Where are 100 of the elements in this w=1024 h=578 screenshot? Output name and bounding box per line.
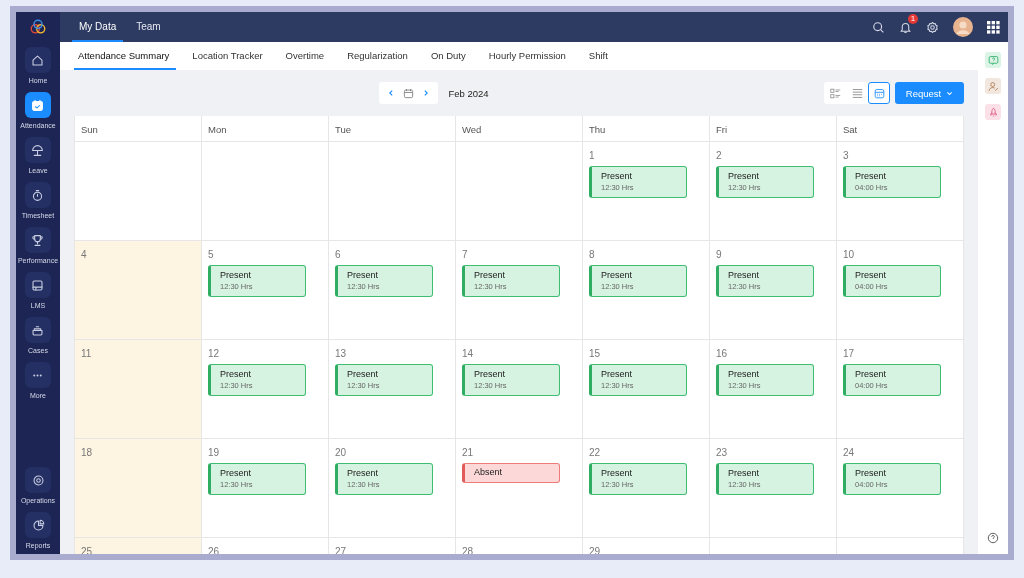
attendance-entry[interactable]: Absent <box>462 463 560 483</box>
status-label: Present <box>601 171 634 181</box>
person-pencil-icon <box>987 80 999 92</box>
notification-badge: 1 <box>908 13 918 24</box>
status-label: Present <box>347 468 380 478</box>
calendar-cell[interactable]: 18 <box>75 439 202 538</box>
calendar-cell[interactable]: 11 <box>75 340 202 439</box>
stopwatch-icon <box>31 188 45 202</box>
day-number: 12 <box>208 348 220 359</box>
day-number: 9 <box>716 249 722 260</box>
calendar-cell[interactable] <box>202 142 329 241</box>
view-toggle[interactable] <box>868 82 890 104</box>
avatar[interactable] <box>953 17 973 37</box>
status-label: Present <box>728 468 761 478</box>
calendar-icon <box>873 87 885 99</box>
user-edit-button[interactable] <box>985 78 1001 94</box>
sub-tab[interactable]: Shift <box>584 42 615 70</box>
sidebar-button[interactable] <box>25 512 51 538</box>
sidebar-button[interactable] <box>25 182 51 208</box>
sub-tab[interactable]: On Duty <box>426 42 473 70</box>
chevron-down-icon <box>946 89 954 97</box>
calendar-cell[interactable] <box>456 142 583 241</box>
status-label: Present <box>728 270 761 280</box>
day-number: 5 <box>208 249 214 260</box>
sidebar-button[interactable] <box>25 227 51 253</box>
chat-question-icon <box>987 54 999 66</box>
day-number: 8 <box>589 249 595 260</box>
status-label: Present <box>728 369 761 379</box>
calendar-cell[interactable]: 21 Absent <box>456 439 583 538</box>
day-number: 3 <box>843 150 849 161</box>
status-label: Present <box>220 270 253 280</box>
calendar-cell[interactable]: 4 <box>75 241 202 340</box>
status-label: Present <box>728 171 761 181</box>
top-tab[interactable]: Team <box>129 12 168 42</box>
rows-icon <box>851 87 863 99</box>
day-number: 1 <box>589 150 595 161</box>
bell-icon[interactable] <box>899 20 912 34</box>
trophy-icon <box>31 233 45 247</box>
settings-icon[interactable] <box>926 20 939 34</box>
checklist-icon <box>829 87 841 99</box>
search-icon[interactable] <box>872 20 885 34</box>
rocket-icon <box>987 106 999 118</box>
calendar-icon <box>31 98 45 112</box>
status-label: Present <box>347 270 380 280</box>
calendar-cell[interactable] <box>75 142 202 241</box>
status-label: Present <box>855 171 888 181</box>
help-icon[interactable] <box>987 532 999 544</box>
month-label: Feb 2024 <box>448 87 489 99</box>
status-label: Present <box>855 468 888 478</box>
day-number: 19 <box>208 447 220 458</box>
day-number: 15 <box>589 348 601 359</box>
day-number: 16 <box>716 348 728 359</box>
status-label: Present <box>601 270 634 280</box>
status-label: Present <box>474 270 507 280</box>
day-number: 13 <box>335 348 347 359</box>
calendar-icon[interactable] <box>403 87 415 99</box>
status-label: Present <box>220 369 253 379</box>
sub-tab[interactable]: Regularization <box>343 42 415 70</box>
day-number: 6 <box>335 249 341 260</box>
day-number: 17 <box>843 348 855 359</box>
sub-tab[interactable]: Location Tracker <box>188 42 270 70</box>
sub-tab[interactable]: Overtime <box>281 42 332 70</box>
status-label: Present <box>601 468 634 478</box>
tray-icon <box>31 323 45 337</box>
status-label: Present <box>474 369 507 379</box>
rocket-button[interactable] <box>985 104 1001 120</box>
day-number: 20 <box>335 447 347 458</box>
status-label: Present <box>855 369 888 379</box>
home-icon <box>31 53 45 67</box>
status-label: Present <box>220 468 253 478</box>
apps-grid-icon[interactable] <box>987 20 1000 34</box>
calendar-cell[interactable] <box>329 142 456 241</box>
umbrella-icon <box>31 143 45 157</box>
day-number: 7 <box>462 249 468 260</box>
status-label: Present <box>601 369 634 379</box>
sidebar-button[interactable] <box>25 272 51 298</box>
help-chat-button[interactable] <box>985 52 1001 68</box>
day-number: 18 <box>81 447 93 458</box>
status-label: Present <box>855 270 888 280</box>
chevron-right-icon[interactable] <box>422 89 431 97</box>
sidebar-button[interactable] <box>25 467 51 493</box>
sub-tab[interactable]: Hourly Permission <box>484 42 573 70</box>
status-label: Absent <box>474 467 504 477</box>
logo-icon <box>29 18 47 36</box>
day-number: 10 <box>843 249 855 260</box>
day-number: 24 <box>843 447 855 458</box>
sidebar-button[interactable] <box>25 137 51 163</box>
day-number: 14 <box>462 348 474 359</box>
day-number: 21 <box>462 447 474 458</box>
board-icon <box>31 278 45 292</box>
pie-chart-icon <box>31 518 45 532</box>
day-number: 23 <box>716 447 728 458</box>
sidebar-button[interactable] <box>25 92 51 118</box>
day-number: 11 <box>81 348 92 359</box>
day-number: 4 <box>81 249 87 260</box>
sub-tab[interactable]: Attendance Summary <box>74 42 177 70</box>
status-label: Present <box>347 369 380 379</box>
day-number: 22 <box>589 447 601 458</box>
sidebar-button[interactable] <box>25 317 51 343</box>
day-number: 2 <box>716 150 722 161</box>
